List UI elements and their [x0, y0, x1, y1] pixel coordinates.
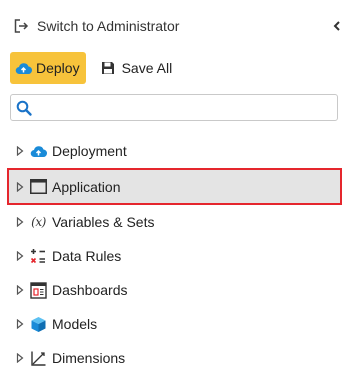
expand-caret-icon[interactable]: [16, 285, 24, 295]
search-box: [10, 94, 338, 121]
cloud-upload-icon: [30, 143, 47, 160]
search-input[interactable]: [37, 95, 337, 120]
tree-item-label: Deployment: [52, 143, 127, 159]
save-all-button[interactable]: Save All: [100, 60, 173, 76]
tree-item-label: Dimensions: [52, 350, 126, 366]
expand-caret-icon[interactable]: [16, 146, 24, 156]
tree-item-deployment[interactable]: Deployment: [0, 134, 349, 168]
top-bar: Switch to Administrator: [0, 10, 349, 42]
tree-item-dimensions[interactable]: Dimensions: [0, 341, 349, 375]
deploy-label: Deploy: [36, 60, 80, 76]
cloud-upload-icon: [15, 60, 32, 77]
dashboard-icon: [30, 281, 47, 299]
tree-item-label: Data Rules: [52, 248, 122, 264]
expand-caret-icon[interactable]: [16, 181, 24, 192]
tree-item-label: Models: [52, 316, 98, 332]
toolbar: Deploy Save All: [10, 52, 172, 84]
cube-icon: [30, 316, 47, 333]
expand-caret-icon[interactable]: [16, 353, 24, 363]
tree-item-dashboards[interactable]: Dashboards: [0, 273, 349, 307]
variable-icon: (x): [30, 214, 47, 231]
deploy-button[interactable]: Deploy: [10, 52, 86, 84]
data-rules-icon: [30, 248, 47, 265]
floppy-disk-icon: [100, 60, 116, 76]
tree-item-variables-sets[interactable]: (x) Variables & Sets: [0, 205, 349, 239]
navigation-panel: Switch to Administrator Deploy Save All …: [0, 0, 349, 377]
chevron-left-icon[interactable]: [331, 18, 343, 34]
expand-caret-icon[interactable]: [16, 251, 24, 261]
tree-item-label: Application: [52, 178, 121, 195]
switch-to-administrator-label: Switch to Administrator: [37, 18, 180, 34]
tree-item-application[interactable]: Application: [7, 168, 342, 205]
window-icon: [30, 178, 47, 195]
tree-item-models[interactable]: Models: [0, 307, 349, 341]
tree-item-label: Variables & Sets: [52, 214, 155, 230]
search-icon: [15, 99, 33, 117]
expand-caret-icon[interactable]: [16, 319, 24, 329]
switch-to-administrator-link[interactable]: Switch to Administrator: [13, 18, 179, 34]
tree-item-data-rules[interactable]: Data Rules: [0, 239, 349, 273]
save-all-label: Save All: [121, 60, 173, 76]
navigation-tree: Deployment Application (x) Variables & S…: [0, 134, 349, 375]
variable-icon-glyph: (x): [31, 215, 46, 229]
axis-chart-icon: [30, 350, 47, 367]
exit-icon: [13, 18, 29, 34]
tree-item-label: Dashboards: [52, 282, 128, 298]
expand-caret-icon[interactable]: [16, 217, 24, 227]
